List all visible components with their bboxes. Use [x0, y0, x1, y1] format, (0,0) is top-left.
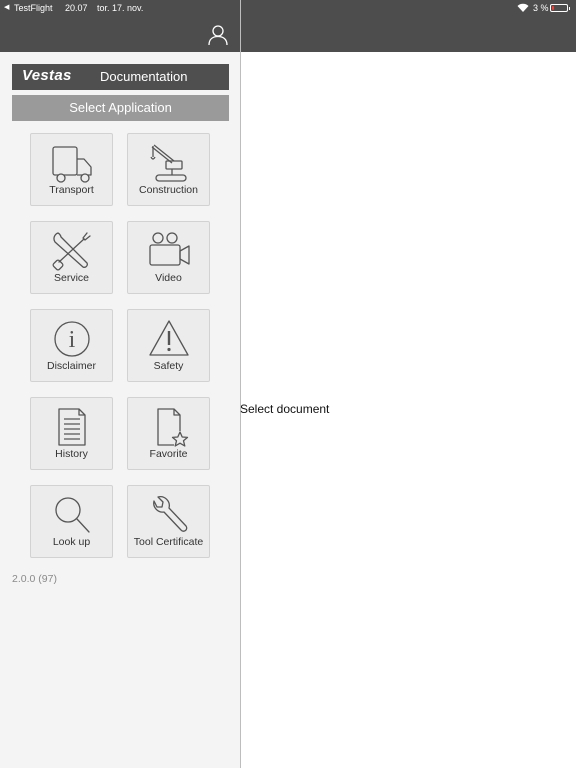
- user-profile-icon[interactable]: [207, 24, 229, 46]
- status-time: 20.07: [65, 3, 88, 13]
- status-date: tor. 17. nov.: [97, 3, 144, 13]
- document-list-icon: [57, 408, 86, 446]
- back-to-app-link[interactable]: TestFlight: [14, 0, 53, 16]
- tile-label: History: [55, 448, 88, 460]
- crane-icon: [149, 144, 187, 182]
- tile-label: Transport: [49, 184, 94, 196]
- svg-text:i: i: [68, 327, 75, 353]
- truck-icon: [51, 146, 92, 183]
- vestas-logo: Vestas: [22, 67, 72, 84]
- tile-label: Look up: [52, 536, 91, 548]
- wifi-icon: [517, 3, 529, 12]
- tile-favorite[interactable]: Favorite: [127, 397, 210, 470]
- tile-look-up[interactable]: Look up: [30, 485, 113, 558]
- tile-label: Disclaimer: [46, 360, 96, 372]
- tile-safety[interactable]: Safety: [127, 309, 210, 382]
- tile-history[interactable]: History: [30, 397, 113, 470]
- select-document-message: Select document: [240, 402, 330, 416]
- warning-icon: [148, 320, 189, 356]
- back-arrow-icon[interactable]: ◀: [4, 0, 9, 16]
- tile-label: Safety: [153, 360, 184, 372]
- magnifier-icon: [54, 497, 90, 533]
- tile-label: Favorite: [149, 448, 188, 460]
- video-camera-icon: [148, 232, 190, 266]
- tile-label: Service: [53, 272, 89, 284]
- tile-disclaimer[interactable]: i Disclaimer: [30, 309, 113, 382]
- tile-transport[interactable]: Transport: [30, 133, 113, 206]
- app-version: 2.0.0 (97): [12, 573, 57, 585]
- tile-label: Construction: [139, 184, 198, 196]
- split-divider: [240, 0, 241, 768]
- brand-bar: Vestas Documentation: [12, 64, 229, 90]
- tile-video[interactable]: Video: [127, 221, 210, 294]
- battery-icon: [550, 4, 570, 12]
- tile-tool-certificate[interactable]: Tool Certificate: [127, 485, 210, 558]
- info-icon: i: [53, 321, 90, 357]
- wrench-icon: [152, 496, 187, 532]
- battery-level: [552, 6, 554, 10]
- tile-label: Tool Certificate: [133, 536, 204, 548]
- tile-service[interactable]: Service: [30, 221, 113, 294]
- brand-title: Documentation: [100, 69, 188, 84]
- app-window: ◀ TestFlight 20.07 tor. 17. nov. 3 % Ves…: [0, 0, 576, 768]
- tile-label: Video: [155, 272, 182, 284]
- sidebar: Vestas Documentation Select Application …: [0, 52, 240, 768]
- document-star-icon: [156, 408, 188, 447]
- select-application-header: Select Application: [12, 95, 229, 121]
- status-bar: ◀ TestFlight 20.07 tor. 17. nov. 3 %: [0, 0, 576, 16]
- tools-icon: [52, 232, 91, 271]
- tile-construction[interactable]: Construction: [127, 133, 210, 206]
- battery-percent: 3 %: [533, 3, 549, 13]
